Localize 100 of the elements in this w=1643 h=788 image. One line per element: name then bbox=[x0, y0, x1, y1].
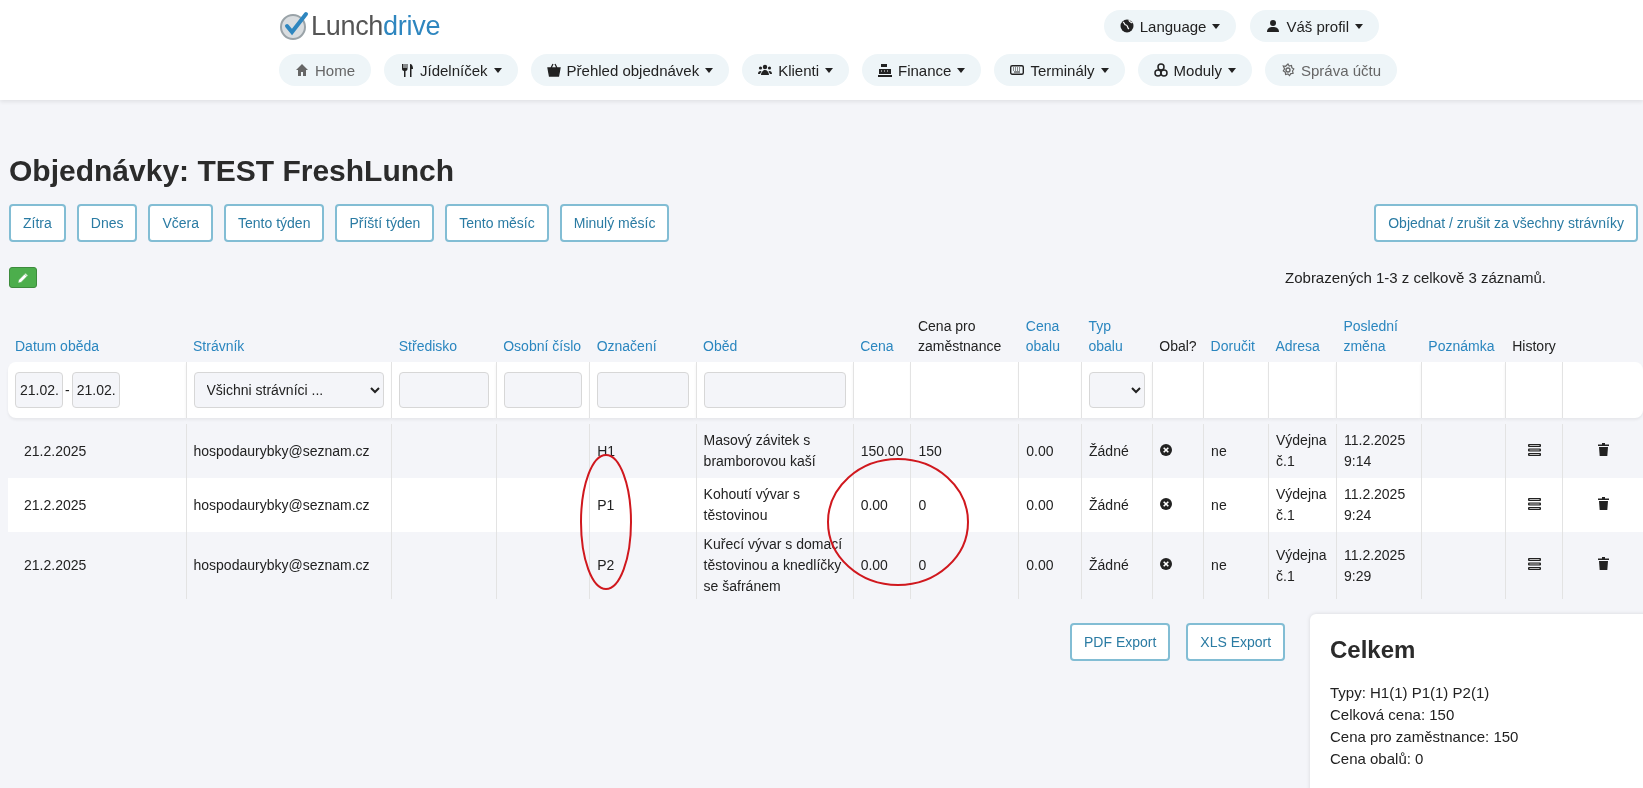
table-cell: hospodaurybky@seznam.cz bbox=[193, 496, 370, 513]
filter-field[interactable] bbox=[703, 372, 846, 408]
column-header[interactable]: Osobní číslo bbox=[503, 336, 583, 356]
table-cell: 0.00 bbox=[1026, 442, 1054, 459]
utensils-icon bbox=[400, 63, 414, 77]
trash-icon[interactable] bbox=[1597, 557, 1609, 570]
column-header[interactable]: Cena bbox=[860, 336, 904, 356]
period-button[interactable]: Dnes bbox=[76, 204, 138, 242]
table-cell: Výdejna č.1 bbox=[1276, 486, 1327, 523]
column-header: History bbox=[1512, 337, 1556, 356]
column-header[interactable]: Poslední změna bbox=[1343, 316, 1415, 356]
home-icon bbox=[295, 63, 309, 77]
nav-button[interactable]: Klienti bbox=[742, 54, 850, 86]
period-button[interactable]: Tento měsíc bbox=[445, 204, 549, 242]
filter-field[interactable] bbox=[597, 372, 689, 408]
column-header[interactable]: Oběd bbox=[703, 336, 847, 356]
period-button[interactable]: Včera bbox=[148, 204, 214, 242]
top-menu-button[interactable]: Language bbox=[1103, 10, 1237, 42]
table-cell: 11.2.2025 9:24 bbox=[1343, 486, 1406, 523]
table-cell: 0 bbox=[918, 557, 927, 573]
circle-x-icon bbox=[1159, 558, 1172, 570]
table-cell: 11.2.2025 9:14 bbox=[1343, 432, 1406, 469]
column-header[interactable]: Typ obalu bbox=[1088, 316, 1146, 356]
table-cell: Žádné bbox=[1089, 496, 1129, 513]
cash-register-icon bbox=[878, 63, 893, 77]
nav-button[interactable]: Moduly bbox=[1137, 54, 1252, 86]
date-separator: - bbox=[65, 382, 70, 398]
history-icon[interactable] bbox=[1527, 558, 1541, 570]
column-header[interactable]: Poznámka bbox=[1428, 336, 1499, 356]
column-header: Obal? bbox=[1159, 337, 1197, 356]
column-header[interactable]: Doručit bbox=[1210, 336, 1262, 356]
pencil-icon bbox=[17, 271, 29, 284]
table-cell: Kohoutí vývar s těstovinou bbox=[703, 486, 801, 523]
table-cell: ne bbox=[1211, 442, 1227, 459]
table-cell: 150.00 bbox=[860, 442, 904, 459]
table-cell: 0.00 bbox=[860, 496, 888, 513]
basket-icon bbox=[546, 63, 561, 77]
export-button[interactable]: XLS Export bbox=[1186, 623, 1286, 661]
summary-line: Cena pro zaměstnance: 150 bbox=[1330, 727, 1520, 747]
period-button[interactable]: Příští týden bbox=[335, 204, 435, 242]
table-cell: 0 bbox=[918, 496, 927, 513]
history-icon[interactable] bbox=[1527, 443, 1541, 456]
keyboard-icon bbox=[1010, 63, 1025, 77]
user-icon bbox=[1266, 19, 1281, 33]
date-to-field[interactable]: 21.02. bbox=[71, 372, 120, 408]
summary-title: Celkem bbox=[1330, 636, 1417, 664]
table-cell: Výdejna č.1 bbox=[1276, 432, 1327, 469]
table-cell: Žádné bbox=[1089, 557, 1129, 573]
table-cell: Masový závitek s bramborovou kaší bbox=[703, 432, 816, 469]
page-title: Objednávky: TEST FreshLunch bbox=[9, 154, 456, 189]
column-header[interactable]: Strávník bbox=[193, 336, 385, 356]
nav-button[interactable]: Terminály bbox=[994, 54, 1125, 86]
table-cell: P1 bbox=[597, 496, 615, 513]
table-cell: hospodaurybky@seznam.cz bbox=[193, 557, 370, 573]
export-button[interactable]: PDF Export bbox=[1070, 623, 1171, 661]
edit-button[interactable] bbox=[9, 267, 37, 288]
logo-text[interactable]: Lunchdrive bbox=[311, 10, 441, 42]
table-cell: Žádné bbox=[1089, 442, 1129, 459]
period-button[interactable]: Minulý měsíc bbox=[559, 204, 670, 242]
checkmark-logo-icon bbox=[279, 11, 309, 41]
filter-field[interactable] bbox=[399, 372, 489, 408]
circle-x-icon bbox=[1159, 497, 1172, 510]
column-header[interactable]: Cena obalu bbox=[1025, 316, 1075, 356]
column-header: Cena pro zaměstnance bbox=[917, 317, 1003, 356]
diner-select[interactable]: Všichni strávníci ... bbox=[193, 372, 385, 408]
record-count: Zobrazených 1-3 z celkově 3 záznamů. bbox=[1285, 269, 1546, 286]
column-header[interactable]: Středisko bbox=[398, 336, 490, 356]
table-cell: ne bbox=[1211, 496, 1227, 513]
period-button[interactable]: Tento týden bbox=[224, 204, 325, 242]
date-from-field[interactable]: 21.02. bbox=[15, 372, 63, 408]
history-icon[interactable] bbox=[1527, 497, 1541, 510]
bulk-order-button[interactable]: Objednat / zrušit za všechny strávníky bbox=[1374, 204, 1638, 242]
nav-button[interactable]: Finance bbox=[862, 54, 982, 86]
top-menu-button[interactable]: Váš profil bbox=[1250, 10, 1379, 42]
filter-field[interactable] bbox=[503, 372, 583, 408]
table-cell: 21.2.2025 bbox=[24, 442, 87, 459]
circle-x-icon bbox=[1159, 443, 1172, 456]
nav-button[interactable]: Správa účtu bbox=[1264, 54, 1397, 86]
table-cell: hospodaurybky@seznam.cz bbox=[193, 442, 370, 459]
cubes-icon bbox=[1153, 63, 1168, 77]
table-cell: 21.2.2025 bbox=[24, 496, 87, 513]
period-button[interactable]: Zítra bbox=[9, 204, 66, 242]
users-icon bbox=[758, 63, 773, 77]
column-header[interactable]: Adresa bbox=[1275, 336, 1330, 356]
column-header[interactable]: Označení bbox=[596, 336, 690, 356]
table-cell: 21.2.2025 bbox=[24, 557, 87, 573]
nav-button[interactable]: Přehled objednávek bbox=[530, 54, 730, 86]
trash-icon[interactable] bbox=[1597, 442, 1609, 456]
table-cell: P2 bbox=[597, 557, 615, 573]
table-cell: Výdejna č.1 bbox=[1276, 546, 1327, 584]
nav-button[interactable]: Jídelníček bbox=[384, 54, 518, 86]
column-header[interactable]: Datum oběda bbox=[15, 336, 179, 356]
table-cell: ne bbox=[1211, 557, 1227, 573]
table-cell: 11.2.2025 9:29 bbox=[1343, 546, 1406, 584]
settings-icon bbox=[1280, 63, 1295, 77]
table-cell: 0.00 bbox=[860, 557, 888, 573]
summary-line: Cena obalů: 0 bbox=[1330, 749, 1425, 769]
trash-icon[interactable] bbox=[1597, 496, 1609, 510]
nav-button[interactable]: Home bbox=[279, 54, 371, 86]
summary-line: Celková cena: 150 bbox=[1330, 705, 1456, 725]
